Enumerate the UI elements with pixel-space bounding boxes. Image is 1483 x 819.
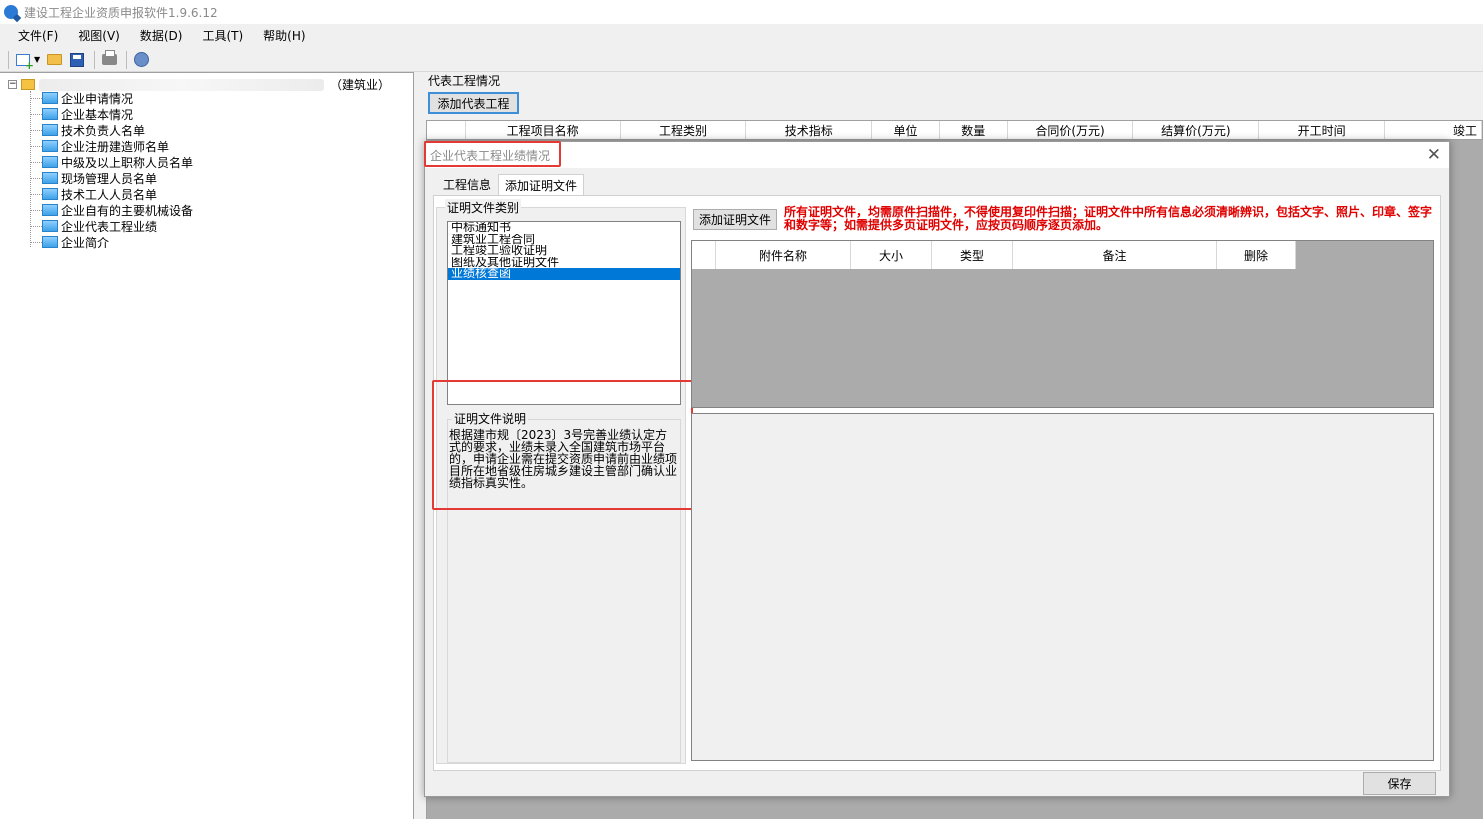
collapse-icon[interactable]: − xyxy=(8,80,17,89)
tree-item-application[interactable]: 企业申请情况 xyxy=(30,90,193,106)
column-header[interactable]: 备注 xyxy=(1013,241,1217,269)
tab-add-certificate[interactable]: 添加证明文件 xyxy=(498,174,585,195)
tree-node-icon xyxy=(42,188,58,200)
tree-node-icon xyxy=(42,124,58,136)
menu-data[interactable]: 数据(D) xyxy=(130,27,193,44)
tree-items: 企业申请情况 企业基本情况 技术负责人名单 企业注册建造师名单 中级及以上职称人… xyxy=(30,90,193,250)
tab-project-info[interactable]: 工程信息 xyxy=(436,174,498,195)
tree-item-titled-staff[interactable]: 中级及以上职称人员名单 xyxy=(30,154,193,170)
highlight-box-description xyxy=(432,380,693,510)
attachment-grid: 附件名称 大小 类型 备注 删除 xyxy=(691,240,1434,408)
tree-node-icon xyxy=(42,220,58,232)
tree-item-label: 企业申请情况 xyxy=(61,91,134,106)
tree-item-tech-workers[interactable]: 技术工人人员名单 xyxy=(30,186,193,202)
column-header[interactable]: 单位 xyxy=(872,121,940,139)
toolbar-separator xyxy=(126,50,128,69)
tree-item-site-managers[interactable]: 现场管理人员名单 xyxy=(30,170,193,186)
column-header[interactable]: 竣工 xyxy=(1385,121,1482,139)
tree-node-icon xyxy=(42,204,58,216)
folder-icon xyxy=(21,79,35,90)
add-project-button[interactable]: 添加代表工程 xyxy=(428,92,519,114)
open-folder-icon xyxy=(46,54,62,65)
list-item[interactable]: 图纸及其他证明文件 xyxy=(448,257,680,269)
tree-item-label: 企业注册建造师名单 xyxy=(61,139,170,154)
tree-item-basic-info[interactable]: 企业基本情况 xyxy=(30,106,193,122)
tree-item-tech-leader[interactable]: 技术负责人名单 xyxy=(30,122,193,138)
dialog-titlebar: 企业代表工程业绩情况 ✕ xyxy=(425,142,1449,168)
column-header[interactable]: 附件名称 xyxy=(716,241,851,269)
add-certificate-button[interactable]: 添加证明文件 xyxy=(693,209,777,230)
save-button[interactable]: 保存 xyxy=(1363,772,1436,795)
menu-tools[interactable]: 工具(T) xyxy=(192,27,253,44)
toolbar: ▼ xyxy=(0,48,1483,72)
chevron-down-icon[interactable]: ▼ xyxy=(34,55,40,64)
tree-node-icon xyxy=(42,108,58,120)
column-header[interactable]: 结算价(万元) xyxy=(1133,121,1260,139)
new-icon xyxy=(16,53,34,72)
tree-node-icon xyxy=(42,92,58,104)
list-item[interactable]: 中标通知书 xyxy=(448,222,680,234)
dialog-tabs: 工程信息 添加证明文件 xyxy=(436,174,585,195)
save-toolbar-button[interactable] xyxy=(67,50,87,70)
tree-item-label: 企业自有的主要机械设备 xyxy=(61,203,194,218)
tree-item-label: 企业简介 xyxy=(61,235,110,250)
tree-node-icon xyxy=(42,156,58,168)
tree-item-label: 技术工人人员名单 xyxy=(61,187,158,202)
new-button[interactable] xyxy=(13,50,34,72)
tree-item-label: 中级及以上职称人员名单 xyxy=(61,155,194,170)
tree-item-label: 现场管理人员名单 xyxy=(61,171,158,186)
row-header-cell xyxy=(427,121,466,139)
category-label: 证明文件类别 xyxy=(445,199,522,216)
help-icon xyxy=(133,52,149,67)
app-logo-icon xyxy=(4,5,18,19)
tree-root-suffix: （建筑业） xyxy=(330,78,391,92)
close-icon[interactable]: ✕ xyxy=(1427,145,1441,165)
menu-help[interactable]: 帮助(H) xyxy=(253,27,315,44)
column-header[interactable]: 工程类别 xyxy=(621,121,747,139)
warning-text: 所有证明文件，均需原件扫描件，不得使用复印件扫描；证明文件中所有信息必须清晰辨识… xyxy=(784,205,1433,232)
tree-node-icon xyxy=(42,140,58,152)
save-icon xyxy=(70,52,85,67)
navigation-tree: − （建筑业） 企业申请情况 企业基本情况 技术负责人名单 企业注册建造师名单 … xyxy=(0,72,414,819)
print-button[interactable] xyxy=(99,50,119,70)
tree-item-equipment[interactable]: 企业自有的主要机械设备 xyxy=(30,202,193,218)
tree-item-label: 技术负责人名单 xyxy=(61,123,146,138)
tree-node-icon xyxy=(42,172,58,184)
column-header[interactable]: 大小 xyxy=(851,241,932,269)
help-button[interactable] xyxy=(131,50,151,70)
group-title: 代表工程情况 xyxy=(428,74,501,88)
row-header-cell xyxy=(692,241,716,269)
menu-bar: 文件(F) 视图(V) 数据(D) 工具(T) 帮助(H) xyxy=(0,24,1483,47)
menu-view[interactable]: 视图(V) xyxy=(68,27,130,44)
tree-item-label: 企业代表工程业绩 xyxy=(61,219,158,234)
tree-item-constructors[interactable]: 企业注册建造师名单 xyxy=(30,138,193,154)
project-grid-header: 工程项目名称 工程类别 技术指标 单位 数量 合同价(万元) 结算价(万元) 开… xyxy=(426,120,1483,140)
column-header[interactable]: 合同价(万元) xyxy=(1008,121,1134,139)
preview-panel xyxy=(691,413,1434,761)
category-list[interactable]: 中标通知书 建筑业工程合同 工程竣工验收证明 图纸及其他证明文件 业绩核查函 xyxy=(447,221,681,405)
highlight-box-title xyxy=(424,141,561,167)
tree-item-projects[interactable]: 企业代表工程业绩 xyxy=(30,218,193,234)
column-header[interactable]: 数量 xyxy=(940,121,1008,139)
tree-node-icon xyxy=(42,236,58,248)
project-performance-dialog: 企业代表工程业绩情况 ✕ 工程信息 添加证明文件 证明文件类别 中标通知书 建筑… xyxy=(424,141,1450,797)
tree-item-label: 企业基本情况 xyxy=(61,107,134,122)
list-item[interactable]: 建筑业工程合同 xyxy=(448,234,680,246)
open-button[interactable] xyxy=(44,50,64,70)
toolbar-separator xyxy=(8,50,9,69)
column-header[interactable]: 技术指标 xyxy=(746,121,873,139)
list-item[interactable]: 工程竣工验收证明 xyxy=(448,245,680,257)
list-item-selected[interactable]: 业绩核查函 xyxy=(448,268,680,280)
toolbar-separator xyxy=(94,50,96,69)
column-header[interactable]: 开工时间 xyxy=(1259,121,1386,139)
title-bar: 建设工程企业资质申报软件1.9.6.12 xyxy=(0,0,1483,24)
tree-item-profile[interactable]: 企业简介 xyxy=(30,234,193,250)
column-header[interactable]: 删除 xyxy=(1217,241,1296,269)
menu-file[interactable]: 文件(F) xyxy=(8,27,68,44)
attachment-grid-header: 附件名称 大小 类型 备注 删除 xyxy=(692,241,1296,269)
column-header[interactable]: 工程项目名称 xyxy=(466,121,621,139)
print-icon xyxy=(101,50,117,65)
column-header[interactable]: 类型 xyxy=(932,241,1013,269)
window-title: 建设工程企业资质申报软件1.9.6.12 xyxy=(24,5,218,20)
